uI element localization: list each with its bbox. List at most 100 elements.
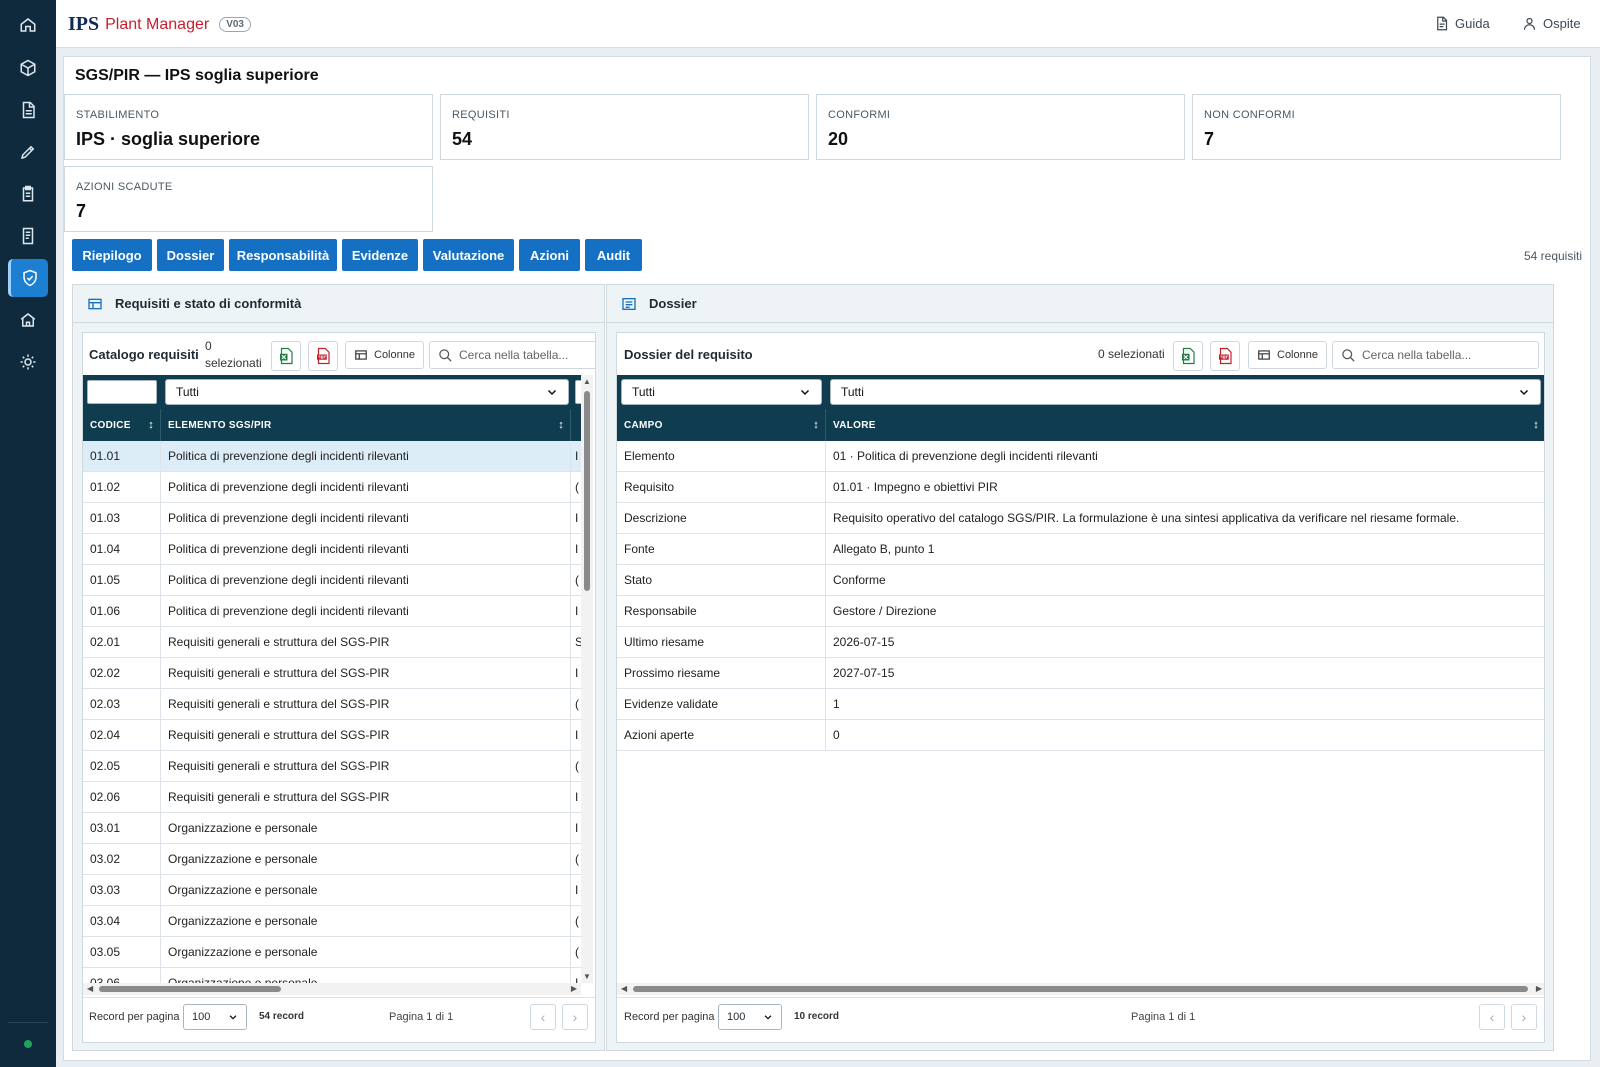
user-label: Ospite <box>1543 16 1581 31</box>
search-input[interactable]: Cerca nella tabella... <box>429 341 595 369</box>
cell-value: 2026-07-15 <box>833 635 895 649</box>
table-header: CODICE ↕ ELEMENTO SGS/PIR ↕ <box>83 409 581 441</box>
sidebar-item-documents[interactable] <box>8 91 48 129</box>
sidebar-item-site[interactable] <box>8 301 48 339</box>
sidebar-item-sgs-pir[interactable] <box>8 259 48 297</box>
horizontal-scrollbar[interactable]: ◀ ▶ <box>83 983 581 995</box>
brand-name: Plant Manager <box>105 15 210 33</box>
table-row[interactable]: Ultimo riesame 2026-07-15 <box>617 627 1544 658</box>
brand[interactable]: IPS Plant Manager V03 <box>68 13 251 36</box>
scroll-thumb[interactable] <box>584 391 590 591</box>
field-filter-select[interactable]: Tutti <box>621 379 822 405</box>
stat-azioni-scadute: AZIONI SCADUTE 7 <box>64 166 433 232</box>
guide-link[interactable]: Guida <box>1434 16 1490 31</box>
sidebar-item-theme[interactable] <box>8 343 48 381</box>
per-page-select[interactable]: 100 <box>718 1004 782 1030</box>
code-filter-input[interactable] <box>87 380 157 404</box>
main-content: SGS/PIR — IPS soglia superiore STABILIME… <box>63 56 1591 1061</box>
scroll-left-icon: ◀ <box>87 984 94 993</box>
table-row[interactable]: Azioni aperte 0 <box>617 720 1544 751</box>
table-row[interactable]: 02.02 Requisiti generali e struttura del … <box>83 658 581 689</box>
table-row[interactable]: 01.02 Politica di prevenzione degli incid… <box>83 472 581 503</box>
cell-field: Descrizione <box>617 503 826 533</box>
cell-extra: I <box>575 976 579 983</box>
tab-azioni[interactable]: Azioni <box>519 239 580 271</box>
stat-non-conformi: NON CONFORMI 7 <box>1192 94 1561 160</box>
stat-value: 54 <box>452 129 473 149</box>
export-excel-button[interactable] <box>271 341 301 371</box>
table-row[interactable]: 01.04 Politica di prevenzione degli incid… <box>83 534 581 565</box>
per-page-select[interactable]: 100 <box>183 1004 247 1030</box>
header-elemento[interactable]: ELEMENTO SGS/PIR ↕ <box>161 409 571 441</box>
panel-title: Dossier <box>649 296 697 311</box>
element-filter-select[interactable]: Tutti <box>165 379 569 405</box>
sidebar-item-planning[interactable] <box>8 175 48 213</box>
export-pdf-button[interactable] <box>1210 341 1240 371</box>
columns-button[interactable]: Colonne <box>1248 341 1327 369</box>
sidebar-item-reports[interactable] <box>8 217 48 255</box>
table-row[interactable]: 03.06 Organizzazione e personale I <box>83 968 581 983</box>
table-row[interactable]: 02.03 Requisiti generali e struttura del … <box>83 689 581 720</box>
sidebar-item-plant[interactable] <box>8 49 48 87</box>
selected-count: 0 selezionati <box>1098 347 1165 361</box>
sidebar-item-edit[interactable] <box>8 133 48 171</box>
scroll-down-icon: ▼ <box>583 972 591 981</box>
header-campo[interactable]: CAMPO ↕ <box>617 409 826 441</box>
guide-icon <box>1437 16 1448 31</box>
table-row[interactable]: Elemento 01 · Politica di prevenzione deg… <box>617 441 1544 472</box>
sidebar-item-home[interactable] <box>8 6 48 44</box>
prev-page-button[interactable]: ‹ <box>530 1004 556 1030</box>
table-row[interactable]: Stato Conforme <box>617 565 1544 596</box>
table-row[interactable]: 03.04 Organizzazione e personale ( <box>83 906 581 937</box>
cell-element: Requisiti generali e struttura del SGS-P… <box>161 689 571 719</box>
excel-icon <box>280 347 293 365</box>
header-valore[interactable]: VALORE ↕ <box>826 409 1544 441</box>
cell-element: Politica di prevenzione degli incidenti … <box>161 472 571 502</box>
columns-button[interactable]: Colonne <box>345 341 424 369</box>
table-row[interactable]: Prossimo riesame 2027-07-15 <box>617 658 1544 689</box>
export-excel-button[interactable] <box>1173 341 1203 371</box>
table-row[interactable]: Requisito 01.01 · Impegno e obiettivi PIR <box>617 472 1544 503</box>
table-row[interactable]: 03.01 Organizzazione e personale I <box>83 813 581 844</box>
scroll-thumb[interactable] <box>99 986 281 992</box>
search-input[interactable]: Cerca nella tabella... <box>1332 341 1539 369</box>
header-codice[interactable]: CODICE ↕ <box>83 409 161 441</box>
tab-riepilogo[interactable]: Riepilogo <box>72 239 152 271</box>
tab-audit[interactable]: Audit <box>585 239 642 271</box>
cell-value: Conforme <box>833 573 886 587</box>
tab-evidenze[interactable]: Evidenze <box>342 239 418 271</box>
user-menu[interactable]: Ospite <box>1522 16 1581 31</box>
table-row[interactable]: 03.03 Organizzazione e personale I <box>83 875 581 906</box>
table-row[interactable]: 03.05 Organizzazione e personale ( <box>83 937 581 968</box>
table-row[interactable]: 02.04 Requisiti generali e struttura del … <box>83 720 581 751</box>
cell-element: Politica di prevenzione degli incidenti … <box>161 441 571 471</box>
export-pdf-button[interactable] <box>308 341 338 371</box>
table-row[interactable]: Descrizione Requisito operativo del catal… <box>617 503 1544 534</box>
table-row[interactable]: 03.02 Organizzazione e personale ( <box>83 844 581 875</box>
panel-header: Requisiti e stato di conformità <box>73 285 604 323</box>
next-page-button[interactable]: › <box>562 1004 588 1030</box>
scroll-thumb[interactable] <box>633 986 1528 992</box>
table-row[interactable]: 01.03 Politica di prevenzione degli incid… <box>83 503 581 534</box>
table-row[interactable]: Responsabile Gestore / Direzione <box>617 596 1544 627</box>
table-row[interactable]: Fonte Allegato B, punto 1 <box>617 534 1544 565</box>
next-page-button[interactable]: › <box>1511 1004 1537 1030</box>
table-row[interactable]: 02.05 Requisiti generali e struttura del … <box>83 751 581 782</box>
table-row[interactable]: 01.01 Politica di prevenzione degli incid… <box>83 441 581 472</box>
scroll-left-icon: ◀ <box>621 984 628 993</box>
tab-dossier[interactable]: Dossier <box>157 239 224 271</box>
tab-responsabilita[interactable]: Responsabilità <box>229 239 337 271</box>
chevron-down-icon <box>764 1015 772 1020</box>
table-row[interactable]: 02.01 Requisiti generali e struttura del … <box>83 627 581 658</box>
horizontal-scrollbar[interactable]: ◀ ▶ <box>617 983 1544 995</box>
filter-value: Tutti <box>176 385 199 399</box>
table-row[interactable]: 02.06 Requisiti generali e struttura del … <box>83 782 581 813</box>
tab-valutazione[interactable]: Valutazione <box>423 239 514 271</box>
table-row[interactable]: 01.06 Politica di prevenzione degli incid… <box>83 596 581 627</box>
table-row[interactable]: 01.05 Politica di prevenzione degli incid… <box>83 565 581 596</box>
prev-page-button[interactable]: ‹ <box>1479 1004 1505 1030</box>
value-filter-select[interactable]: Tutti <box>830 379 1541 405</box>
version-badge: V03 <box>219 17 251 32</box>
table-row[interactable]: Evidenze validate 1 <box>617 689 1544 720</box>
vertical-scrollbar[interactable]: ▲ ▼ <box>581 375 593 983</box>
